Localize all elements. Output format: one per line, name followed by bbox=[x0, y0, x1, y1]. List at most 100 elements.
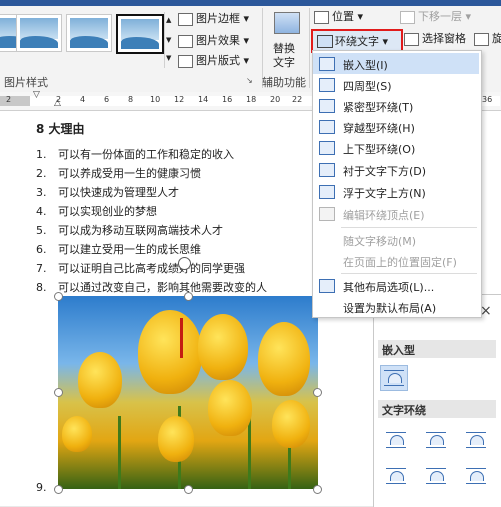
picture-border-label: 图片边框 bbox=[196, 12, 240, 25]
ruler-tick: 14 bbox=[198, 95, 209, 104]
accessibility-group-label: 辅助功能 bbox=[262, 76, 306, 89]
ruler-tick: 2 bbox=[6, 95, 12, 104]
list-item-number: 9. bbox=[36, 481, 47, 494]
dropdown-arrow-icon: ▾ bbox=[243, 12, 250, 25]
resize-handle-bottom-left[interactable] bbox=[54, 485, 63, 494]
rotate-icon bbox=[474, 33, 489, 46]
ribbon-separator bbox=[309, 8, 310, 88]
send-backward-label: 下移一层 bbox=[418, 10, 462, 23]
inline-section-header: 嵌入型 bbox=[378, 340, 496, 358]
tight-layout-option[interactable] bbox=[422, 427, 450, 453]
list-item: 4. 可以实现创业的梦想 bbox=[36, 205, 157, 218]
picture-effects-icon bbox=[178, 35, 193, 48]
menu-item-tight[interactable]: 紧密型环绕(T) bbox=[313, 95, 479, 116]
rotate-button[interactable]: 旋 bbox=[472, 30, 501, 48]
picture-layout-button[interactable]: 图片版式 ▾ bbox=[176, 52, 249, 70]
selection-pane-label: 选择窗格 bbox=[422, 32, 466, 45]
resize-handle-bottom-right[interactable] bbox=[313, 485, 322, 494]
picture-style-thumb-3[interactable] bbox=[66, 14, 112, 52]
inline-layout-option[interactable] bbox=[380, 365, 408, 391]
picture-style-thumb-2[interactable] bbox=[16, 14, 62, 52]
menu-separator bbox=[341, 227, 477, 228]
menu-item-more-layout-options[interactable]: 其他布局选项(L)... bbox=[313, 275, 479, 296]
gallery-more-icon[interactable]: ▼ bbox=[166, 54, 171, 62]
position-icon bbox=[314, 11, 329, 24]
picture-effects-label: 图片效果 bbox=[196, 34, 240, 47]
list-item: 1. 可以有一份体面的工作和稳定的收入 bbox=[36, 148, 234, 161]
tight-wrap-icon bbox=[319, 99, 335, 113]
alt-text-icon bbox=[274, 12, 300, 34]
indent-marker-icon[interactable]: ▽ bbox=[33, 90, 40, 100]
menu-item-fix-position[interactable]: 在页面上的位置固定(F) bbox=[313, 250, 479, 271]
list-item: 2. 可以养成受用一生的健康习惯 bbox=[36, 167, 201, 180]
object-anchor-icon[interactable] bbox=[178, 257, 191, 270]
selection-pane-icon bbox=[404, 33, 419, 46]
alt-text-label-2: 文字 bbox=[273, 56, 295, 69]
ruler-tick: 8 bbox=[128, 95, 134, 104]
picture-styles-group-label: 图片样式 bbox=[4, 76, 48, 89]
menu-item-through[interactable]: 穿越型环绕(H) bbox=[313, 116, 479, 137]
list-item: 8. 可以通过改变自己，影响其他需要改变的人 bbox=[36, 281, 267, 294]
ruler-tick: 16 bbox=[222, 95, 233, 104]
dropdown-arrow-icon: ▾ bbox=[382, 35, 389, 48]
menu-separator bbox=[341, 273, 477, 274]
layout-options-icon bbox=[319, 279, 335, 293]
ruler-tick: 6 bbox=[104, 95, 110, 104]
resize-handle-right[interactable] bbox=[313, 388, 322, 397]
tab-marker-icon[interactable]: △ bbox=[54, 98, 61, 108]
list-item: 7. 可以证明自己比高考成绩好的同学更强 bbox=[36, 262, 245, 275]
menu-item-in-front-of-text[interactable]: 浮于文字上方(N) bbox=[313, 181, 479, 202]
ruler-tick: 22 bbox=[292, 95, 303, 104]
edit-wrap-points-icon bbox=[319, 207, 335, 221]
rotate-label: 旋 bbox=[492, 32, 501, 45]
menu-item-set-default-layout[interactable]: 设置为默认布局(A) bbox=[313, 296, 479, 317]
selection-pane-button[interactable]: 选择窗格 bbox=[402, 30, 466, 48]
behind-text-layout-option[interactable] bbox=[422, 463, 450, 489]
dropdown-arrow-icon: ▾ bbox=[243, 34, 250, 47]
menu-item-inline[interactable]: 嵌入型(I) bbox=[313, 53, 479, 74]
ruler-tick: 12 bbox=[174, 95, 185, 104]
tulip-photo[interactable] bbox=[58, 296, 318, 489]
alt-text-button[interactable]: 替换 文字 bbox=[266, 8, 308, 70]
position-button[interactable]: 位置 ▾ bbox=[312, 8, 363, 26]
picture-effects-button[interactable]: 图片效果 ▾ bbox=[176, 32, 249, 50]
in-front-layout-option[interactable] bbox=[462, 463, 490, 489]
in-front-of-text-icon bbox=[319, 185, 335, 199]
send-backward-button[interactable]: 下移一层 ▾ bbox=[398, 8, 471, 26]
picture-layout-label: 图片版式 bbox=[196, 54, 240, 67]
top-bottom-layout-option[interactable] bbox=[382, 463, 410, 489]
dialog-launcher-icon[interactable]: ↘ bbox=[246, 76, 253, 85]
menu-item-behind-text[interactable]: 衬于文字下方(D) bbox=[313, 159, 479, 180]
resize-handle-top-left[interactable] bbox=[54, 292, 63, 301]
ribbon-title-strip bbox=[0, 0, 501, 6]
document-title: 8 大理由 bbox=[36, 122, 85, 136]
ruler-tick: 10 bbox=[150, 95, 161, 104]
ruler-tick: 20 bbox=[270, 95, 281, 104]
menu-item-move-with-text[interactable]: 随文字移动(M) bbox=[313, 229, 479, 250]
through-layout-option[interactable] bbox=[462, 427, 490, 453]
resize-handle-bottom[interactable] bbox=[184, 485, 193, 494]
dropdown-arrow-icon: ▾ bbox=[357, 10, 364, 23]
picture-layout-icon bbox=[178, 55, 193, 68]
top-bottom-wrap-icon bbox=[319, 141, 335, 155]
picture-border-icon bbox=[178, 13, 193, 26]
behind-text-icon bbox=[319, 163, 335, 177]
gallery-up-icon[interactable]: ▲ bbox=[166, 16, 171, 24]
position-label: 位置 bbox=[332, 10, 354, 23]
dropdown-arrow-icon: ▾ bbox=[465, 10, 472, 23]
menu-item-square[interactable]: 四周型(S) bbox=[313, 74, 479, 95]
list-item: 6. 可以建立受用一生的成长思维 bbox=[36, 243, 201, 256]
menu-item-top-bottom[interactable]: 上下型环绕(O) bbox=[313, 137, 479, 158]
picture-border-button[interactable]: 图片边框 ▾ bbox=[176, 10, 249, 28]
resize-handle-top[interactable] bbox=[184, 292, 193, 301]
resize-handle-left[interactable] bbox=[54, 388, 63, 397]
wrap-text-icon bbox=[317, 35, 333, 48]
menu-item-edit-wrap-points[interactable]: 编辑环绕顶点(E) bbox=[313, 203, 479, 224]
picture-style-thumb-selected[interactable] bbox=[116, 14, 164, 54]
gallery-down-icon[interactable]: ▼ bbox=[166, 36, 171, 44]
square-wrap-icon bbox=[319, 78, 335, 92]
gallery-scroll[interactable]: ▲ ▼ ▼ bbox=[164, 12, 175, 68]
square-layout-option[interactable] bbox=[382, 427, 410, 453]
dropdown-arrow-icon: ▾ bbox=[243, 54, 250, 67]
inline-icon bbox=[319, 57, 335, 71]
